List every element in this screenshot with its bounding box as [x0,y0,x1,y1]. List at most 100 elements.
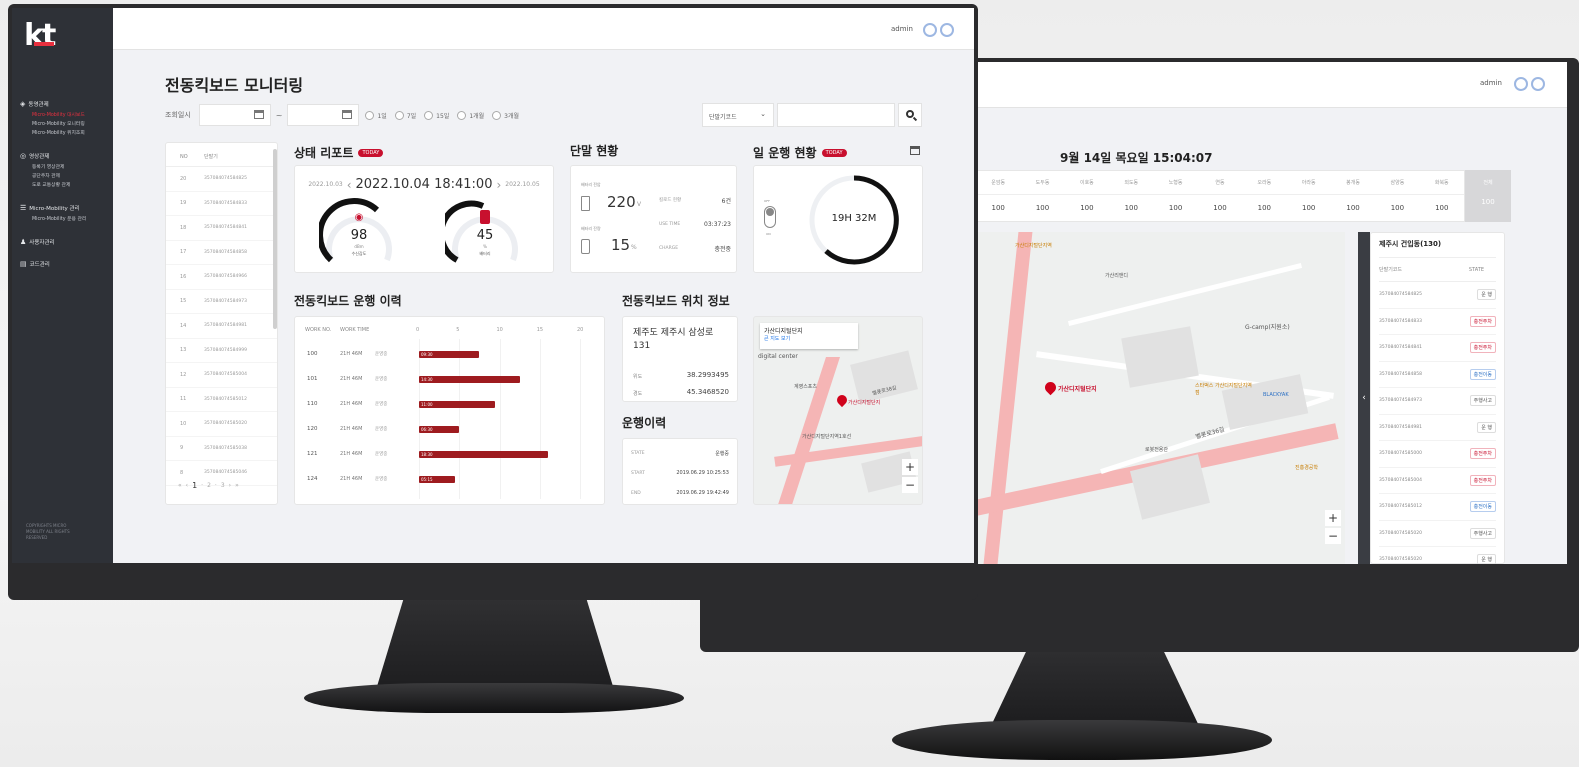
history-row[interactable]: 110 21H 46M 운영중 11:00 [295,395,606,415]
panel-row[interactable]: 357084074585020 주행사고 [1379,521,1496,547]
region-value[interactable]: 100 [1242,204,1286,212]
map-pin-icon[interactable] [834,392,850,408]
search-button[interactable] [898,103,922,127]
nav-group-header[interactable]: ☰ Micro-Mobility 관리 [20,204,105,212]
next-date-button[interactable]: › [496,178,501,192]
list-item[interactable]: 12 357084074585004 [166,363,277,388]
prev-page-button[interactable]: ‹ [186,482,188,489]
next-page-button[interactable]: › [229,482,231,489]
panel-row[interactable]: 357084074585000 충전주차 [1379,441,1496,468]
list-item[interactable]: 10 357084074585020 [166,412,277,437]
region-value[interactable]: 100 [1065,204,1109,212]
back-settings-icon[interactable] [1514,77,1528,91]
history-bar[interactable]: 14:30 [419,376,520,383]
region-value[interactable]: 100 [1287,204,1331,212]
history-row[interactable]: 124 21H 46M 운영중 05:15 [295,470,606,490]
nav-group-header[interactable]: ▤ 코드관리 [20,260,105,268]
nav-item[interactable]: Micro-Mobility 운용 관리 [32,215,105,224]
page-2[interactable]: 2 [207,482,211,489]
list-item[interactable]: 20 357084074584825 [166,167,277,192]
list-item[interactable]: 16 357084074584966 [166,265,277,290]
zoom-out-button[interactable]: − [902,477,918,493]
logout-icon[interactable] [940,23,954,37]
back-map-pin-icon[interactable] [1042,379,1059,396]
back-zoom-in-button[interactable]: + [1325,510,1341,526]
list-item[interactable]: 13 357084074584999 [166,339,277,363]
start-date-input[interactable] [198,104,271,126]
history-row[interactable]: 120 21H 46M 운영중 06:30 [295,420,606,440]
list-item[interactable]: 17 357084074584858 [166,241,277,265]
nav-group-header[interactable]: ◎ 영상관제 [20,152,105,160]
history-bar[interactable]: 09:30 [419,351,480,358]
kt-logo[interactable]: kt [24,16,105,56]
history-bar[interactable]: 11:00 [419,401,496,408]
list-item[interactable]: 14 357084074584981 [166,314,277,339]
region-value[interactable]: 100 [1375,204,1419,212]
nav-item[interactable]: Micro-Mobility 대시보드 [32,111,105,120]
list-item[interactable]: 11 357084074585012 [166,388,277,412]
back-map[interactable]: 가산디지털단지 G-camp(지원소) BLACKYAK 스타벅스 가산디지털단… [975,232,1345,564]
region-value[interactable]: 100 [1109,204,1153,212]
search-input[interactable] [777,103,895,127]
panel-row[interactable]: 357084074584973 주행사고 [1379,388,1496,415]
history-bar[interactable]: 06:30 [419,426,460,433]
region-value[interactable]: 100 [976,204,1020,212]
list-item[interactable]: 15 357084074584973 [166,290,277,314]
history-bar[interactable]: 18:30 [419,451,548,458]
period-radio[interactable]: 1일 [365,110,387,120]
list-scrollbar[interactable] [273,149,277,329]
panel-row[interactable]: 357084074585020 운 행 [1379,547,1496,564]
last-page-button[interactable]: » [235,482,239,489]
power-toggle[interactable] [764,206,776,228]
calendar-icon[interactable] [910,146,920,155]
nav-item[interactable]: Micro-Mobility 모니터링 [32,120,105,129]
back-logout-icon[interactable] [1531,77,1545,91]
panel-row[interactable]: 357084074584833 충전주차 [1379,309,1496,335]
list-item[interactable]: 9 357084074585038 [166,437,277,461]
region-value[interactable]: 100 [1153,204,1197,212]
region-value[interactable]: 100 [1420,204,1464,212]
history-row[interactable]: 121 21H 46M 운영중 18:30 [295,445,606,465]
panel-row[interactable]: 357084074584858 충전이동 [1379,362,1496,388]
period-radio[interactable]: 3개월 [492,110,519,120]
nav-group-header[interactable]: ◈ 동영관제 [20,100,105,108]
list-item-code: 357084074585020 [204,421,247,427]
region-value[interactable]: 100 [1198,204,1242,212]
zoom-in-button[interactable]: + [902,459,918,475]
panel-row[interactable]: 357084074584981 운 행 [1379,415,1496,441]
prev-date-button[interactable]: ‹ [347,178,352,192]
history-bar[interactable]: 05:15 [419,476,456,483]
back-panel-collapse-handle[interactable]: ‹ [1358,232,1370,564]
panel-row[interactable]: 357084074584841 충전주차 [1379,335,1496,362]
history-row[interactable]: 100 21H 46M 운영중 09:30 [295,345,606,365]
list-item[interactable]: 19 357084074584833 [166,192,277,216]
region-value[interactable]: 100 [1020,204,1064,212]
list-item[interactable]: 18 357084074584841 [166,216,277,241]
end-date-input[interactable] [287,104,360,126]
region-value[interactable]: 100 [1331,204,1375,212]
page-3[interactable]: 3 [221,482,225,489]
back-total-box[interactable]: 전체 100 [1465,170,1511,222]
calendar-icon[interactable] [253,110,264,119]
settings-icon[interactable] [923,23,937,37]
location-map[interactable]: 가산디지털단지 큰 지도 보기 digital center 가산디지털단지 가… [753,316,923,505]
panel-row[interactable]: 357084074585012 충전이동 [1379,494,1496,521]
calendar-icon[interactable] [342,110,353,119]
back-zoom-out-button[interactable]: − [1325,528,1341,544]
period-radio[interactable]: 1개월 [457,110,484,120]
page-1[interactable]: 1 [192,481,197,490]
nav-item[interactable]: 등록기 영상관제 [32,163,105,172]
map-popup-link[interactable]: 큰 지도 보기 [764,335,854,342]
nav-group-header[interactable]: ♟ 사용자관리 [20,238,105,246]
panel-row[interactable]: 357084074585004 충전주차 [1379,468,1496,494]
period-radio[interactable]: 7일 [394,110,416,120]
nav-item[interactable]: Micro-Mobility 위치조회 [32,129,105,138]
nav-group-label: 동영관제 [28,102,49,108]
nav-item[interactable]: 도로 교통상황 관제 [32,181,105,190]
first-page-button[interactable]: « [178,482,182,489]
history-row[interactable]: 101 21H 46M 운영중 14:30 [295,370,606,390]
panel-row[interactable]: 357084074584825 운 행 [1379,282,1496,309]
device-code-select[interactable]: 단말기코드 ⌄ [702,103,774,127]
period-radio[interactable]: 15일 [424,110,449,120]
nav-item[interactable]: 공단주차 관제 [32,172,105,181]
